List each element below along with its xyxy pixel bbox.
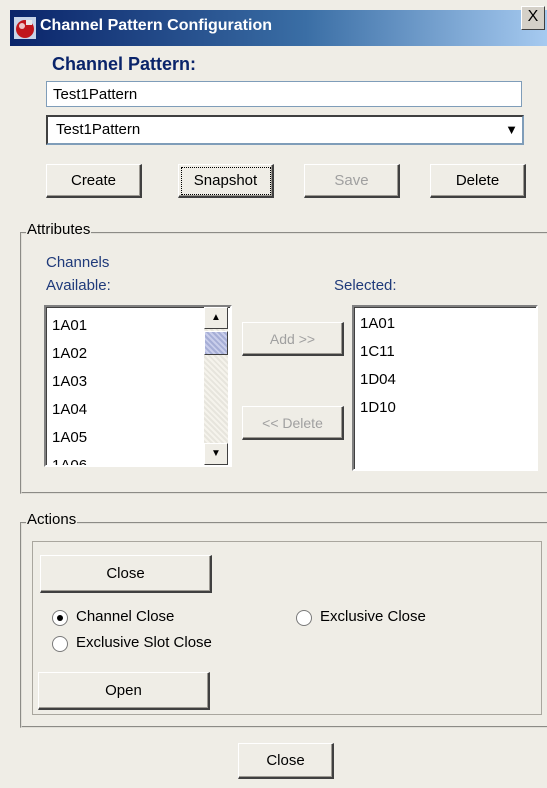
list-item[interactable]: 1A04 bbox=[52, 401, 87, 418]
radio-exclusive-slot-close[interactable] bbox=[52, 636, 68, 652]
radio-channel-close-label[interactable]: Channel Close bbox=[76, 608, 174, 625]
selected-channels-list[interactable]: 1A01 1C11 1D04 1D10 bbox=[352, 305, 538, 471]
channels-label: Channels bbox=[46, 254, 110, 271]
arrow-down-icon: ▼ bbox=[211, 448, 221, 459]
actions-legend: Actions bbox=[26, 511, 78, 528]
arrow-up-icon: ▲ bbox=[211, 312, 221, 323]
available-label: Available: bbox=[46, 277, 111, 294]
list-item[interactable]: 1D04 bbox=[360, 371, 396, 388]
selected-label: Selected: bbox=[334, 277, 397, 294]
list-item[interactable]: 1C11 bbox=[360, 343, 395, 360]
radio-exclusive-close-label[interactable]: Exclusive Close bbox=[320, 608, 426, 625]
chevron-down-icon[interactable]: ▼ bbox=[505, 117, 518, 143]
add-channel-button[interactable]: Add >> bbox=[242, 322, 344, 356]
dialog-close-button[interactable]: Close bbox=[238, 743, 334, 779]
list-item[interactable]: 1A06 bbox=[52, 457, 87, 465]
remove-channel-button[interactable]: << Delete bbox=[242, 406, 344, 440]
close-icon: X bbox=[527, 8, 539, 25]
delete-button[interactable]: Delete bbox=[430, 164, 526, 198]
snapshot-button[interactable]: Snapshot bbox=[178, 164, 274, 198]
window-close-button[interactable]: X bbox=[521, 6, 545, 30]
scroll-thumb[interactable] bbox=[204, 331, 228, 355]
channel-close-button[interactable]: Close bbox=[40, 555, 212, 593]
radio-exclusive-close[interactable] bbox=[296, 610, 312, 626]
list-item[interactable]: 1A02 bbox=[52, 345, 87, 362]
list-item[interactable]: 1A01 bbox=[52, 317, 87, 334]
pattern-name-input[interactable]: Test1Pattern bbox=[46, 81, 522, 107]
pattern-select[interactable]: Test1Pattern ▼ bbox=[46, 115, 524, 145]
available-channels-list[interactable]: 1A01 1A02 1A03 1A04 1A05 1A06 ▲ ▼ bbox=[44, 305, 232, 467]
radio-channel-close[interactable] bbox=[52, 610, 68, 626]
list-item[interactable]: 1A03 bbox=[52, 373, 87, 390]
attributes-legend: Attributes bbox=[26, 221, 92, 238]
app-red-icon bbox=[14, 17, 36, 39]
available-scrollbar[interactable]: ▲ ▼ bbox=[204, 307, 228, 465]
list-item[interactable]: 1D10 bbox=[360, 399, 396, 416]
save-button[interactable]: Save bbox=[304, 164, 400, 198]
create-button[interactable]: Create bbox=[46, 164, 142, 198]
list-item[interactable]: 1A05 bbox=[52, 429, 87, 446]
window-title: Channel Pattern Configuration bbox=[40, 17, 272, 34]
channel-pattern-heading: Channel Pattern: bbox=[52, 54, 197, 74]
channel-pattern-dialog: Channel Pattern Configuration X Channel … bbox=[0, 0, 547, 788]
scroll-up-button[interactable]: ▲ bbox=[204, 307, 228, 329]
scroll-down-button[interactable]: ▼ bbox=[204, 443, 228, 465]
list-item[interactable]: 1A01 bbox=[360, 315, 395, 332]
pattern-select-value: Test1Pattern bbox=[56, 121, 141, 138]
title-bar[interactable]: Channel Pattern Configuration bbox=[10, 10, 547, 46]
radio-exclusive-slot-close-label[interactable]: Exclusive Slot Close bbox=[76, 634, 212, 651]
open-button[interactable]: Open bbox=[38, 672, 210, 710]
